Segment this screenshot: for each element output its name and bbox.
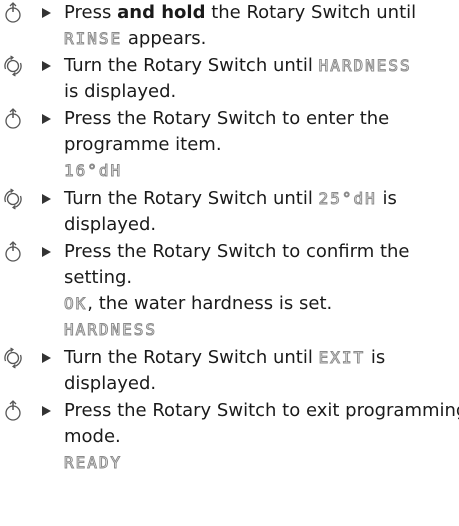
rotary-press-icon <box>2 108 24 130</box>
lcd-display-text: 16°dH <box>63 161 123 181</box>
lcd-display-text: EXIT <box>318 348 366 368</box>
step-line: OK, the water hardness is set. <box>63 291 456 317</box>
lcd-display-text: RINSE <box>63 29 123 49</box>
step-line: displayed. <box>64 373 157 394</box>
instruction-page: Press and hold the Rotary Switch until R… <box>0 0 459 526</box>
bullet-arrow-icon <box>40 7 52 19</box>
step-line: Press the Rotary Switch to exit programm… <box>64 400 459 421</box>
step-line: Press the Rotary Switch to confirm the <box>64 241 410 262</box>
rotary-press-icon <box>2 2 24 24</box>
bullet-arrow-icon <box>40 246 52 258</box>
step-line: displayed. <box>64 214 157 235</box>
step-line: 16°dH <box>63 158 456 184</box>
step-line: Turn the Rotary Switch until 25°dH is <box>64 186 456 212</box>
step-line: Turn the Rotary Switch until EXIT is <box>64 345 456 371</box>
lcd-display-text: HARDNESS <box>318 56 412 76</box>
step-line: mode. <box>64 426 121 447</box>
rotary-turn-icon <box>2 347 24 369</box>
bullet-arrow-icon <box>40 352 52 364</box>
rotary-turn-icon <box>2 188 24 210</box>
step-line: programme item. <box>64 134 222 155</box>
step-line: Press the Rotary Switch to enter the <box>64 108 390 129</box>
lcd-display-text: OK <box>63 294 88 314</box>
lcd-display-text: HARDNESS <box>63 320 158 340</box>
step-line: RINSE appears. <box>63 26 456 52</box>
lcd-display-text: READY <box>63 453 123 473</box>
step-line: Turn the Rotary Switch until HARDNESS <box>64 53 456 79</box>
rotary-press-icon <box>2 400 24 422</box>
bullet-arrow-icon <box>40 113 52 125</box>
step-line: setting. <box>64 267 133 288</box>
lcd-display-text: 25°dH <box>318 189 377 209</box>
step-line: Press and hold the Rotary Switch until <box>64 2 417 23</box>
bullet-arrow-icon <box>40 405 52 417</box>
bullet-arrow-icon <box>40 60 52 72</box>
rotary-turn-icon <box>2 55 24 77</box>
step-line: HARDNESS <box>63 317 456 343</box>
bullet-arrow-icon <box>40 193 52 205</box>
step-line: READY <box>63 450 456 476</box>
rotary-press-icon <box>2 241 24 263</box>
step-line: is displayed. <box>64 81 177 102</box>
